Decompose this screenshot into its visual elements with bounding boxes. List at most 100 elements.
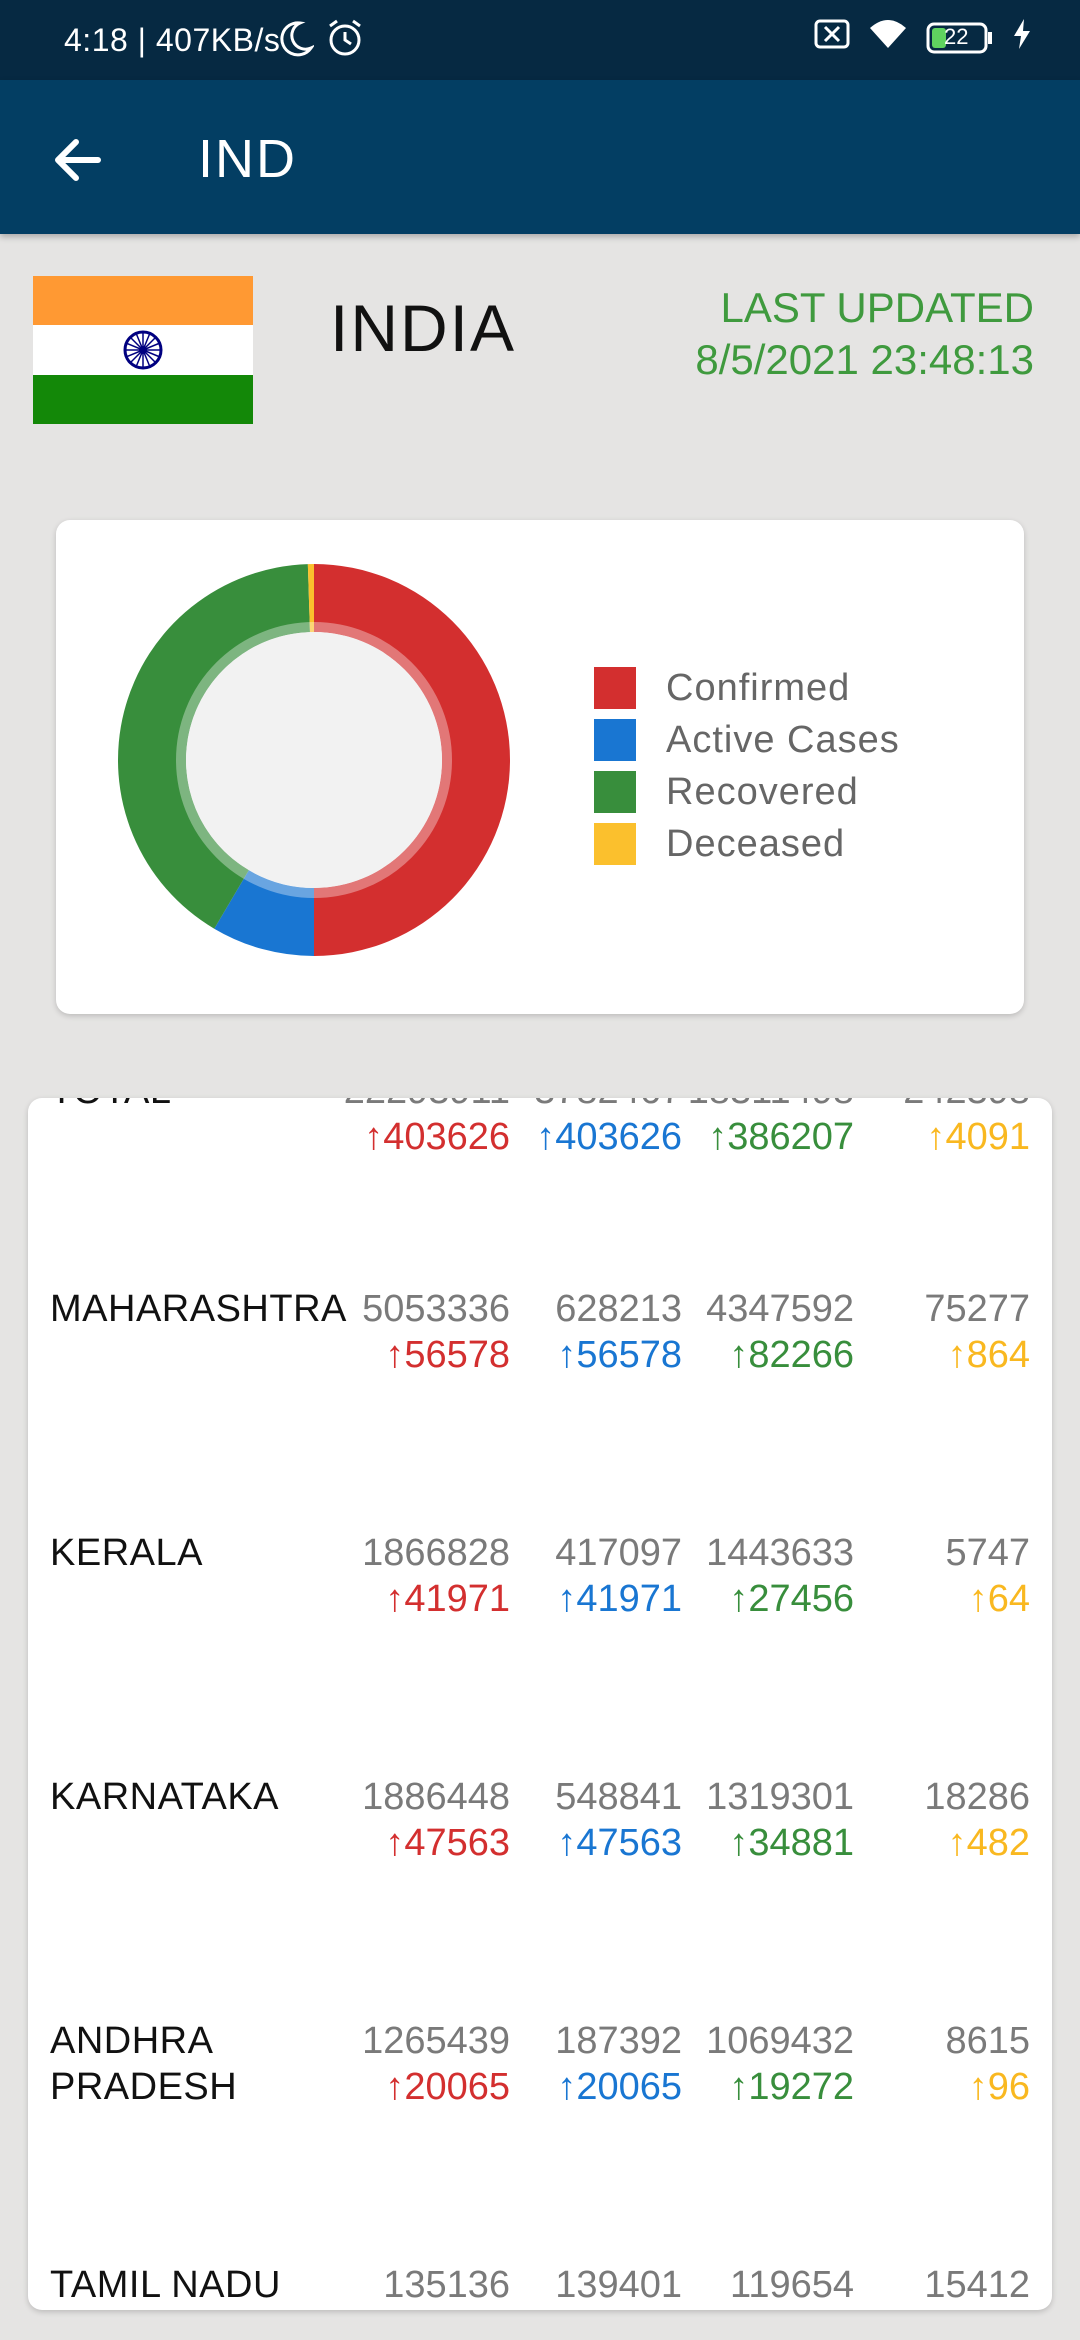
recovered-total: 119654	[730, 2264, 854, 2306]
confirmed-delta: ↑56578	[385, 1334, 510, 1376]
legend-label: Recovered	[666, 770, 859, 813]
legend-label: Active Cases	[666, 718, 900, 761]
recovered-cell: 4347592 ↑82266	[684, 1286, 854, 1378]
chart-legend: Confirmed Active Cases Recovered Deceased	[594, 662, 900, 870]
active-delta: ↑41971	[557, 1578, 682, 1620]
legend-item[interactable]: Deceased	[594, 818, 900, 870]
charging-icon	[1012, 19, 1032, 57]
deceased-total: 15412	[924, 2264, 1030, 2306]
legend-item[interactable]: Active Cases	[594, 714, 900, 766]
recovered-delta: ↑82266	[729, 1334, 854, 1376]
active-total: 548841	[555, 1776, 682, 1818]
active-total: 417097	[555, 1532, 682, 1574]
table-rows: TOTAL22293911↑4036263782467 ↑403626183114…	[28, 1098, 1052, 2310]
deceased-total: 75277	[924, 1288, 1030, 1330]
deceased-cell: 242398 ↑4091	[860, 1098, 1030, 1160]
status-bar: 4:18 | 407KB/s 22	[0, 0, 1080, 80]
state-name: ANDHRA PRADESH	[50, 2020, 238, 2108]
deceased-total: 18286	[924, 1776, 1030, 1818]
deceased-total: 5747	[945, 1532, 1030, 1574]
recovered-cell: 18311498 ↑386207	[684, 1098, 854, 1160]
recovered-total: 1319301	[706, 1776, 854, 1818]
deceased-cell: 8615 ↑96	[860, 2018, 1030, 2110]
deceased-total: 242398	[860, 1098, 1030, 1114]
confirmed-total: 22293911	[330, 1098, 510, 1114]
page-title: IND	[198, 129, 297, 189]
donut-hole	[186, 632, 442, 888]
no-sim-icon	[814, 19, 850, 57]
last-updated: LAST UPDATED 8/5/2021 23:48:13	[695, 282, 1034, 386]
last-updated-value: 8/5/2021 23:48:13	[695, 336, 1034, 383]
table-row[interactable]: ANDHRA PRADESH 1265439 ↑20065 187392 ↑20065 1…	[28, 2018, 1052, 2262]
india-flag-image	[33, 276, 253, 424]
recovered-total: 1443633	[706, 1532, 854, 1574]
legend-label: Deceased	[666, 822, 846, 865]
confirmed-cell: 5053336 ↑56578	[330, 1286, 510, 1378]
wifi-icon	[868, 18, 908, 58]
deceased-delta: ↑4091	[926, 1116, 1030, 1158]
deceased-cell: 18286 ↑482	[860, 1774, 1030, 1866]
app-bar: IND	[0, 80, 1080, 234]
recovered-delta: ↑34881	[729, 1822, 854, 1864]
arrow-back-icon[interactable]	[50, 130, 110, 190]
deceased-cell: 5747 ↑64	[860, 1530, 1030, 1622]
recovered-cell: 119654	[684, 2262, 854, 2308]
recovered-total: 18311498	[684, 1098, 854, 1114]
moon-icon	[278, 20, 316, 66]
status-time: 4:18 | 407KB/s	[64, 22, 281, 58]
table-row[interactable]: KARNATAKA 1886448 ↑47563 548841 ↑47563 131930…	[28, 1774, 1052, 2018]
active-cell: 548841 ↑47563	[512, 1774, 682, 1866]
confirmed-delta: ↑20065	[385, 2066, 510, 2108]
legend-item[interactable]: Recovered	[594, 766, 900, 818]
legend-swatch	[594, 771, 636, 813]
deceased-delta: ↑482	[947, 1822, 1030, 1864]
recovered-cell: 1069432 ↑19272	[684, 2018, 854, 2110]
legend-label: Confirmed	[666, 666, 851, 709]
confirmed-delta: ↑41971	[385, 1578, 510, 1620]
confirmed-total: 1265439	[362, 2020, 510, 2062]
state-name: KARNATAKA	[50, 1776, 280, 1818]
recovered-total: 1069432	[706, 2020, 854, 2062]
chart-card: Confirmed Active Cases Recovered Deceased	[56, 520, 1024, 1014]
table-row[interactable]: TAMIL NADU 135136 139401 119654 15412	[28, 2262, 1052, 2310]
active-delta: ↑403626	[536, 1116, 682, 1158]
table-row[interactable]: MAHARASHTRA 5053336 ↑56578 628213 ↑56578 4347…	[28, 1286, 1052, 1530]
active-cell: 628213 ↑56578	[512, 1286, 682, 1378]
confirmed-total: 1866828	[362, 1532, 510, 1574]
alarm-icon	[326, 18, 364, 66]
active-total: 628213	[555, 1288, 682, 1330]
confirmed-cell: 1866828 ↑41971	[330, 1530, 510, 1622]
recovered-delta: ↑386207	[708, 1116, 854, 1158]
state-table[interactable]: TOTAL22293911↑4036263782467 ↑403626183114…	[28, 1098, 1052, 2310]
recovered-total: 4347592	[706, 1288, 854, 1330]
deceased-cell: 15412	[860, 2262, 1030, 2308]
legend-item[interactable]: Confirmed	[594, 662, 900, 714]
state-name: TOTAL	[50, 1098, 370, 1114]
last-updated-label: LAST UPDATED	[720, 284, 1034, 331]
recovered-delta: ↑27456	[729, 1578, 854, 1620]
active-delta: ↑47563	[557, 1822, 682, 1864]
recovered-delta: ↑19272	[729, 2066, 854, 2108]
active-cell: 139401	[512, 2262, 682, 2308]
confirmed-total: 5053336	[362, 1288, 510, 1330]
confirmed-total: 135136	[383, 2264, 510, 2306]
legend-swatch	[594, 719, 636, 761]
deceased-delta: ↑96	[968, 2066, 1030, 2108]
donut-chart[interactable]	[114, 560, 514, 960]
active-delta: ↑20065	[557, 2066, 682, 2108]
deceased-total: 8615	[945, 2020, 1030, 2062]
table-row[interactable]: TOTAL22293911↑4036263782467 ↑403626183114…	[28, 1098, 1052, 1286]
confirmed-cell: 22293911 ↑403626	[330, 1098, 510, 1160]
recovered-cell: 1443633 ↑27456	[684, 1530, 854, 1622]
confirmed-cell: 1265439 ↑20065	[330, 2018, 510, 2110]
active-total: 3782467	[512, 1098, 682, 1114]
deceased-delta: ↑864	[947, 1334, 1030, 1376]
state-name: TAMIL NADU	[50, 2264, 281, 2306]
active-cell: 187392 ↑20065	[512, 2018, 682, 2110]
recovered-cell: 1319301 ↑34881	[684, 1774, 854, 1866]
deceased-delta: ↑64	[968, 1578, 1030, 1620]
table-row[interactable]: KERALA 1866828 ↑41971 417097 ↑41971 1443633 ↑2…	[28, 1530, 1052, 1774]
active-cell: 417097 ↑41971	[512, 1530, 682, 1622]
battery-level: 22	[944, 24, 969, 49]
active-total: 187392	[555, 2020, 682, 2062]
